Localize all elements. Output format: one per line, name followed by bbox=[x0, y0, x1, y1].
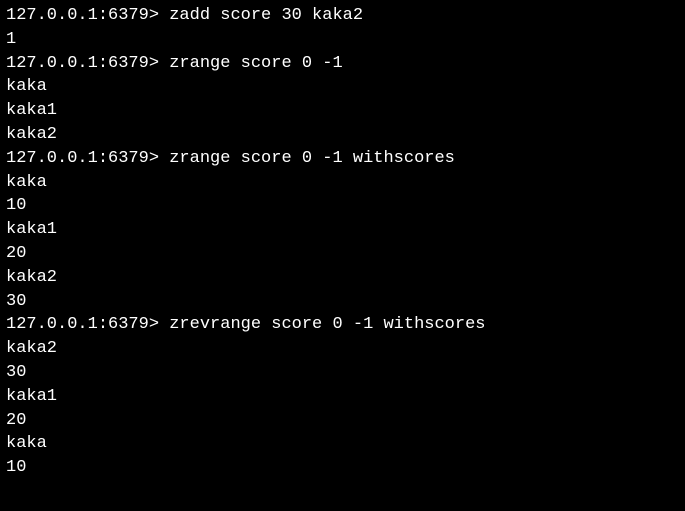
output-text: 20 bbox=[6, 411, 26, 430]
output-line: kaka1 bbox=[6, 99, 679, 123]
output-line: kaka1 bbox=[6, 385, 679, 409]
prompt: 127.0.0.1:6379> bbox=[6, 54, 169, 73]
output-line: kaka1 bbox=[6, 218, 679, 242]
output-text: 10 bbox=[6, 196, 26, 215]
output-text: kaka1 bbox=[6, 101, 57, 120]
output-line: kaka2 bbox=[6, 337, 679, 361]
output-line: 30 bbox=[6, 361, 679, 385]
output-text: 20 bbox=[6, 244, 26, 263]
output-line: kaka2 bbox=[6, 266, 679, 290]
output-line: kaka bbox=[6, 432, 679, 456]
command-text: zrange score 0 -1 withscores bbox=[169, 149, 455, 168]
command-line: 127.0.0.1:6379> zrevrange score 0 -1 wit… bbox=[6, 313, 679, 337]
output-line: 10 bbox=[6, 194, 679, 218]
output-text: kaka2 bbox=[6, 268, 57, 287]
output-text: kaka bbox=[6, 77, 47, 96]
output-text: 30 bbox=[6, 292, 26, 311]
output-line: 30 bbox=[6, 290, 679, 314]
output-line: 20 bbox=[6, 242, 679, 266]
output-text: kaka2 bbox=[6, 339, 57, 358]
command-line: 127.0.0.1:6379> zadd score 30 kaka2 bbox=[6, 4, 679, 28]
prompt: 127.0.0.1:6379> bbox=[6, 6, 169, 25]
prompt: 127.0.0.1:6379> bbox=[6, 315, 169, 334]
command-line: 127.0.0.1:6379> zrange score 0 -1 withsc… bbox=[6, 147, 679, 171]
output-text: kaka2 bbox=[6, 125, 57, 144]
output-text: 30 bbox=[6, 363, 26, 382]
terminal[interactable]: 127.0.0.1:6379> zadd score 30 kaka2 1 127.… bbox=[6, 4, 679, 480]
output-line: 20 bbox=[6, 409, 679, 433]
output-text: 10 bbox=[6, 458, 26, 477]
command-text: zadd score 30 kaka2 bbox=[169, 6, 363, 25]
output-text: kaka bbox=[6, 173, 47, 192]
command-text: zrange score 0 -1 bbox=[169, 54, 342, 73]
output-line: 1 bbox=[6, 28, 679, 52]
command-text: zrevrange score 0 -1 withscores bbox=[169, 315, 485, 334]
prompt: 127.0.0.1:6379> bbox=[6, 149, 169, 168]
output-line: 10 bbox=[6, 456, 679, 480]
output-line: kaka bbox=[6, 171, 679, 195]
command-line: 127.0.0.1:6379> zrange score 0 -1 bbox=[6, 52, 679, 76]
output-text: kaka1 bbox=[6, 220, 57, 239]
output-text: 1 bbox=[6, 30, 16, 49]
output-text: kaka1 bbox=[6, 387, 57, 406]
output-line: kaka bbox=[6, 75, 679, 99]
output-text: kaka bbox=[6, 434, 47, 453]
output-line: kaka2 bbox=[6, 123, 679, 147]
